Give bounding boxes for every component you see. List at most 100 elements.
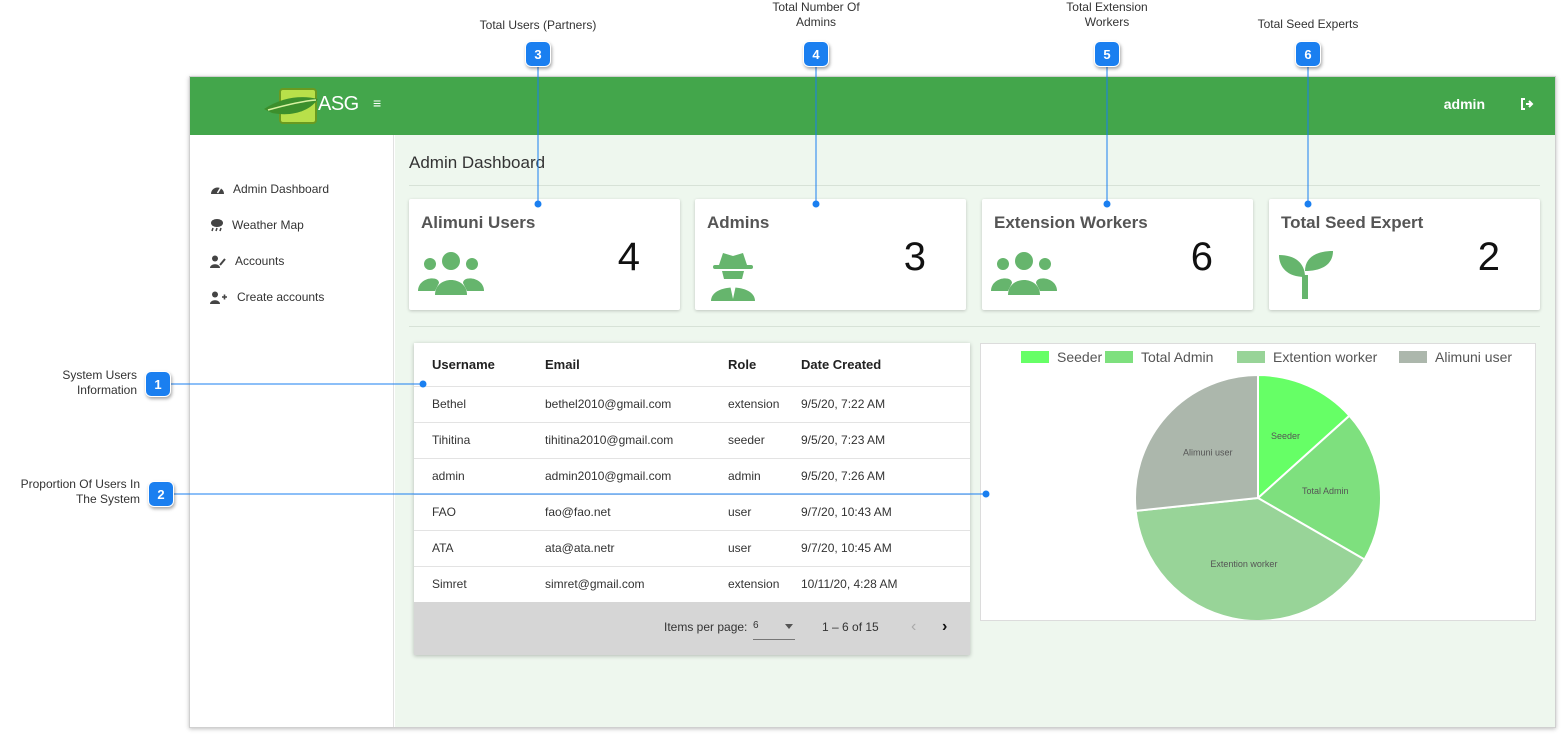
cell-date-created: 9/7/20, 10:43 AM xyxy=(801,494,970,531)
callout-badge-6: 6 xyxy=(1295,41,1321,67)
legend-label: Total Admin xyxy=(1141,349,1213,365)
cell-username: FAO xyxy=(414,494,545,531)
stat-card-seed-expert: Total Seed Expert 2 xyxy=(1269,199,1540,310)
callout-label-1: System Users Information xyxy=(62,368,137,397)
table-row[interactable]: FAO fao@fao.net user 9/7/20, 10:43 AM xyxy=(414,494,970,531)
cell-role: seeder xyxy=(728,422,801,459)
pie-slice[interactable] xyxy=(1134,373,1259,512)
cell-username: Tihitina xyxy=(414,422,545,459)
stat-card-extension-workers: Extension Workers 6 xyxy=(982,199,1253,310)
callout-label-5: Total Extension Workers xyxy=(1066,0,1148,29)
table-header-row: Username Email Role Date Created xyxy=(414,343,970,387)
pie-slice-label: Total Admin xyxy=(1302,486,1349,496)
app-window: ASG ≡ admin Admin Dashboard Weather Map … xyxy=(189,76,1556,728)
cell-username: admin xyxy=(414,458,545,495)
table-row[interactable]: ATA ata@ata.netr user 9/7/20, 10:45 AM xyxy=(414,530,970,567)
next-page-button[interactable]: › xyxy=(942,618,947,636)
legend-swatch xyxy=(1021,351,1049,363)
cell-username: ATA xyxy=(414,530,545,567)
stat-card-alimuni-users: Alimuni Users 4 xyxy=(409,199,680,310)
legend-item[interactable]: Extention worker xyxy=(1237,349,1378,365)
cell-role: user xyxy=(728,530,801,567)
callout-label-3: Total Users (Partners) xyxy=(479,18,597,32)
callout-badge-5: 5 xyxy=(1094,41,1120,67)
legend-label: Extention worker xyxy=(1273,349,1378,365)
cell-date-created: 9/7/20, 10:45 AM xyxy=(801,530,970,567)
main-content: Admin Dashboard Alimuni Users 4 Admins 3 xyxy=(395,135,1555,727)
sidebar-item-label: Weather Map xyxy=(232,218,304,232)
legend-item[interactable]: Seeder xyxy=(1021,349,1102,365)
sidebar-item-admin-dashboard[interactable]: Admin Dashboard xyxy=(210,179,329,199)
card-count: 2 xyxy=(1477,235,1500,279)
cell-email: simret@gmail.com xyxy=(545,566,728,603)
menu-toggle-icon[interactable]: ≡ xyxy=(373,95,381,111)
user-proportion-chart-card: Seeder Total Admin Extention worker Alimuni… xyxy=(980,343,1536,622)
cloud-rain-icon xyxy=(211,219,223,232)
seedling-icon xyxy=(1279,251,1333,299)
card-title: Alimuni Users xyxy=(421,213,536,232)
table-row[interactable]: Tihitina tihitina2010@gmail.com seeder 9… xyxy=(414,422,970,459)
column-header-username[interactable]: Username xyxy=(414,343,545,387)
callout-badge-3: 3 xyxy=(525,41,551,67)
legend-item[interactable]: Total Admin xyxy=(1105,349,1213,365)
cell-username: Simret xyxy=(414,566,545,603)
table-row[interactable]: admin admin2010@gmail.com admin 9/5/20, … xyxy=(414,458,970,495)
cell-date-created: 9/5/20, 7:26 AM xyxy=(801,458,970,495)
cell-role: user xyxy=(728,494,801,531)
sidebar-item-label: Admin Dashboard xyxy=(233,182,330,196)
page-size-select[interactable]: 6 xyxy=(753,620,795,640)
stat-card-admins: Admins 3 xyxy=(695,199,966,310)
top-bar: ASG ≡ admin xyxy=(190,77,1555,135)
current-user-name: admin xyxy=(1443,96,1485,112)
legend-swatch xyxy=(1237,351,1265,363)
paginator: Items per page: 6 1 – 6 of 15 ‹ › xyxy=(414,602,970,655)
cell-date-created: 9/5/20, 7:23 AM xyxy=(801,422,970,459)
pie-slice-label: Alimuni user xyxy=(1183,448,1233,458)
legend-label: Seeder xyxy=(1057,349,1102,365)
card-count: 4 xyxy=(617,235,640,279)
page-title: Admin Dashboard xyxy=(409,153,546,172)
page-size-value: 6 xyxy=(753,620,759,631)
sidebar-item-create-accounts[interactable]: Create accounts xyxy=(210,287,324,307)
sidebar-item-weather-map[interactable]: Weather Map xyxy=(210,215,304,235)
tachometer-icon xyxy=(211,187,224,194)
card-count: 6 xyxy=(1190,235,1213,279)
items-per-page-label: Items per page: xyxy=(664,620,748,634)
card-title: Extension Workers xyxy=(994,213,1148,232)
sidebar-item-accounts[interactable]: Accounts xyxy=(210,251,284,271)
pie-slice-label: Extention worker xyxy=(1210,559,1277,569)
column-header-role[interactable]: Role xyxy=(728,343,801,387)
callout-label-6: Total Seed Experts xyxy=(1257,17,1359,31)
users-icon xyxy=(991,252,1057,295)
dropdown-arrow-icon xyxy=(785,624,793,629)
cell-email: admin2010@gmail.com xyxy=(545,458,728,495)
callout-badge-1: 1 xyxy=(145,371,171,397)
user-plus-icon xyxy=(210,291,227,304)
legend-item[interactable]: Alimuni user xyxy=(1399,349,1512,365)
column-header-date-created[interactable]: Date Created xyxy=(801,343,970,387)
users-table-card: Username Email Role Date Created Bethel … xyxy=(414,343,970,655)
cell-date-created: 9/5/20, 7:22 AM xyxy=(801,386,970,423)
logo-text: ASG xyxy=(318,93,359,115)
table-row[interactable]: Bethel bethel2010@gmail.com extension 9/… xyxy=(414,386,970,423)
user-secret-icon xyxy=(711,253,755,301)
users-icon xyxy=(418,252,484,295)
sidebar-item-label: Create accounts xyxy=(237,290,325,304)
cell-username: Bethel xyxy=(414,386,545,423)
callout-label-2: Proportion Of Users In The System xyxy=(20,477,140,506)
cell-email: ata@ata.netr xyxy=(545,530,728,567)
cell-email: bethel2010@gmail.com xyxy=(545,386,728,423)
previous-page-button[interactable]: ‹ xyxy=(911,618,916,636)
sidebar: Admin Dashboard Weather Map Accounts Cre… xyxy=(190,135,394,727)
page-range-label: 1 – 6 of 15 xyxy=(822,620,879,634)
legend-swatch xyxy=(1105,351,1133,363)
card-title: Admins xyxy=(707,213,770,232)
sidebar-item-label: Accounts xyxy=(235,254,285,268)
legend-label: Alimuni user xyxy=(1435,349,1512,365)
column-header-email[interactable]: Email xyxy=(545,343,728,387)
user-proportion-pie-chart: Seeder Total Admin Extention worker Alimuni… xyxy=(1021,349,1512,622)
card-count: 3 xyxy=(903,235,926,279)
logout-icon[interactable] xyxy=(1519,96,1535,112)
callout-label-4: Total Number Of Admins xyxy=(772,0,860,29)
table-row[interactable]: Simret simret@gmail.com extension 10/11/… xyxy=(414,566,970,603)
